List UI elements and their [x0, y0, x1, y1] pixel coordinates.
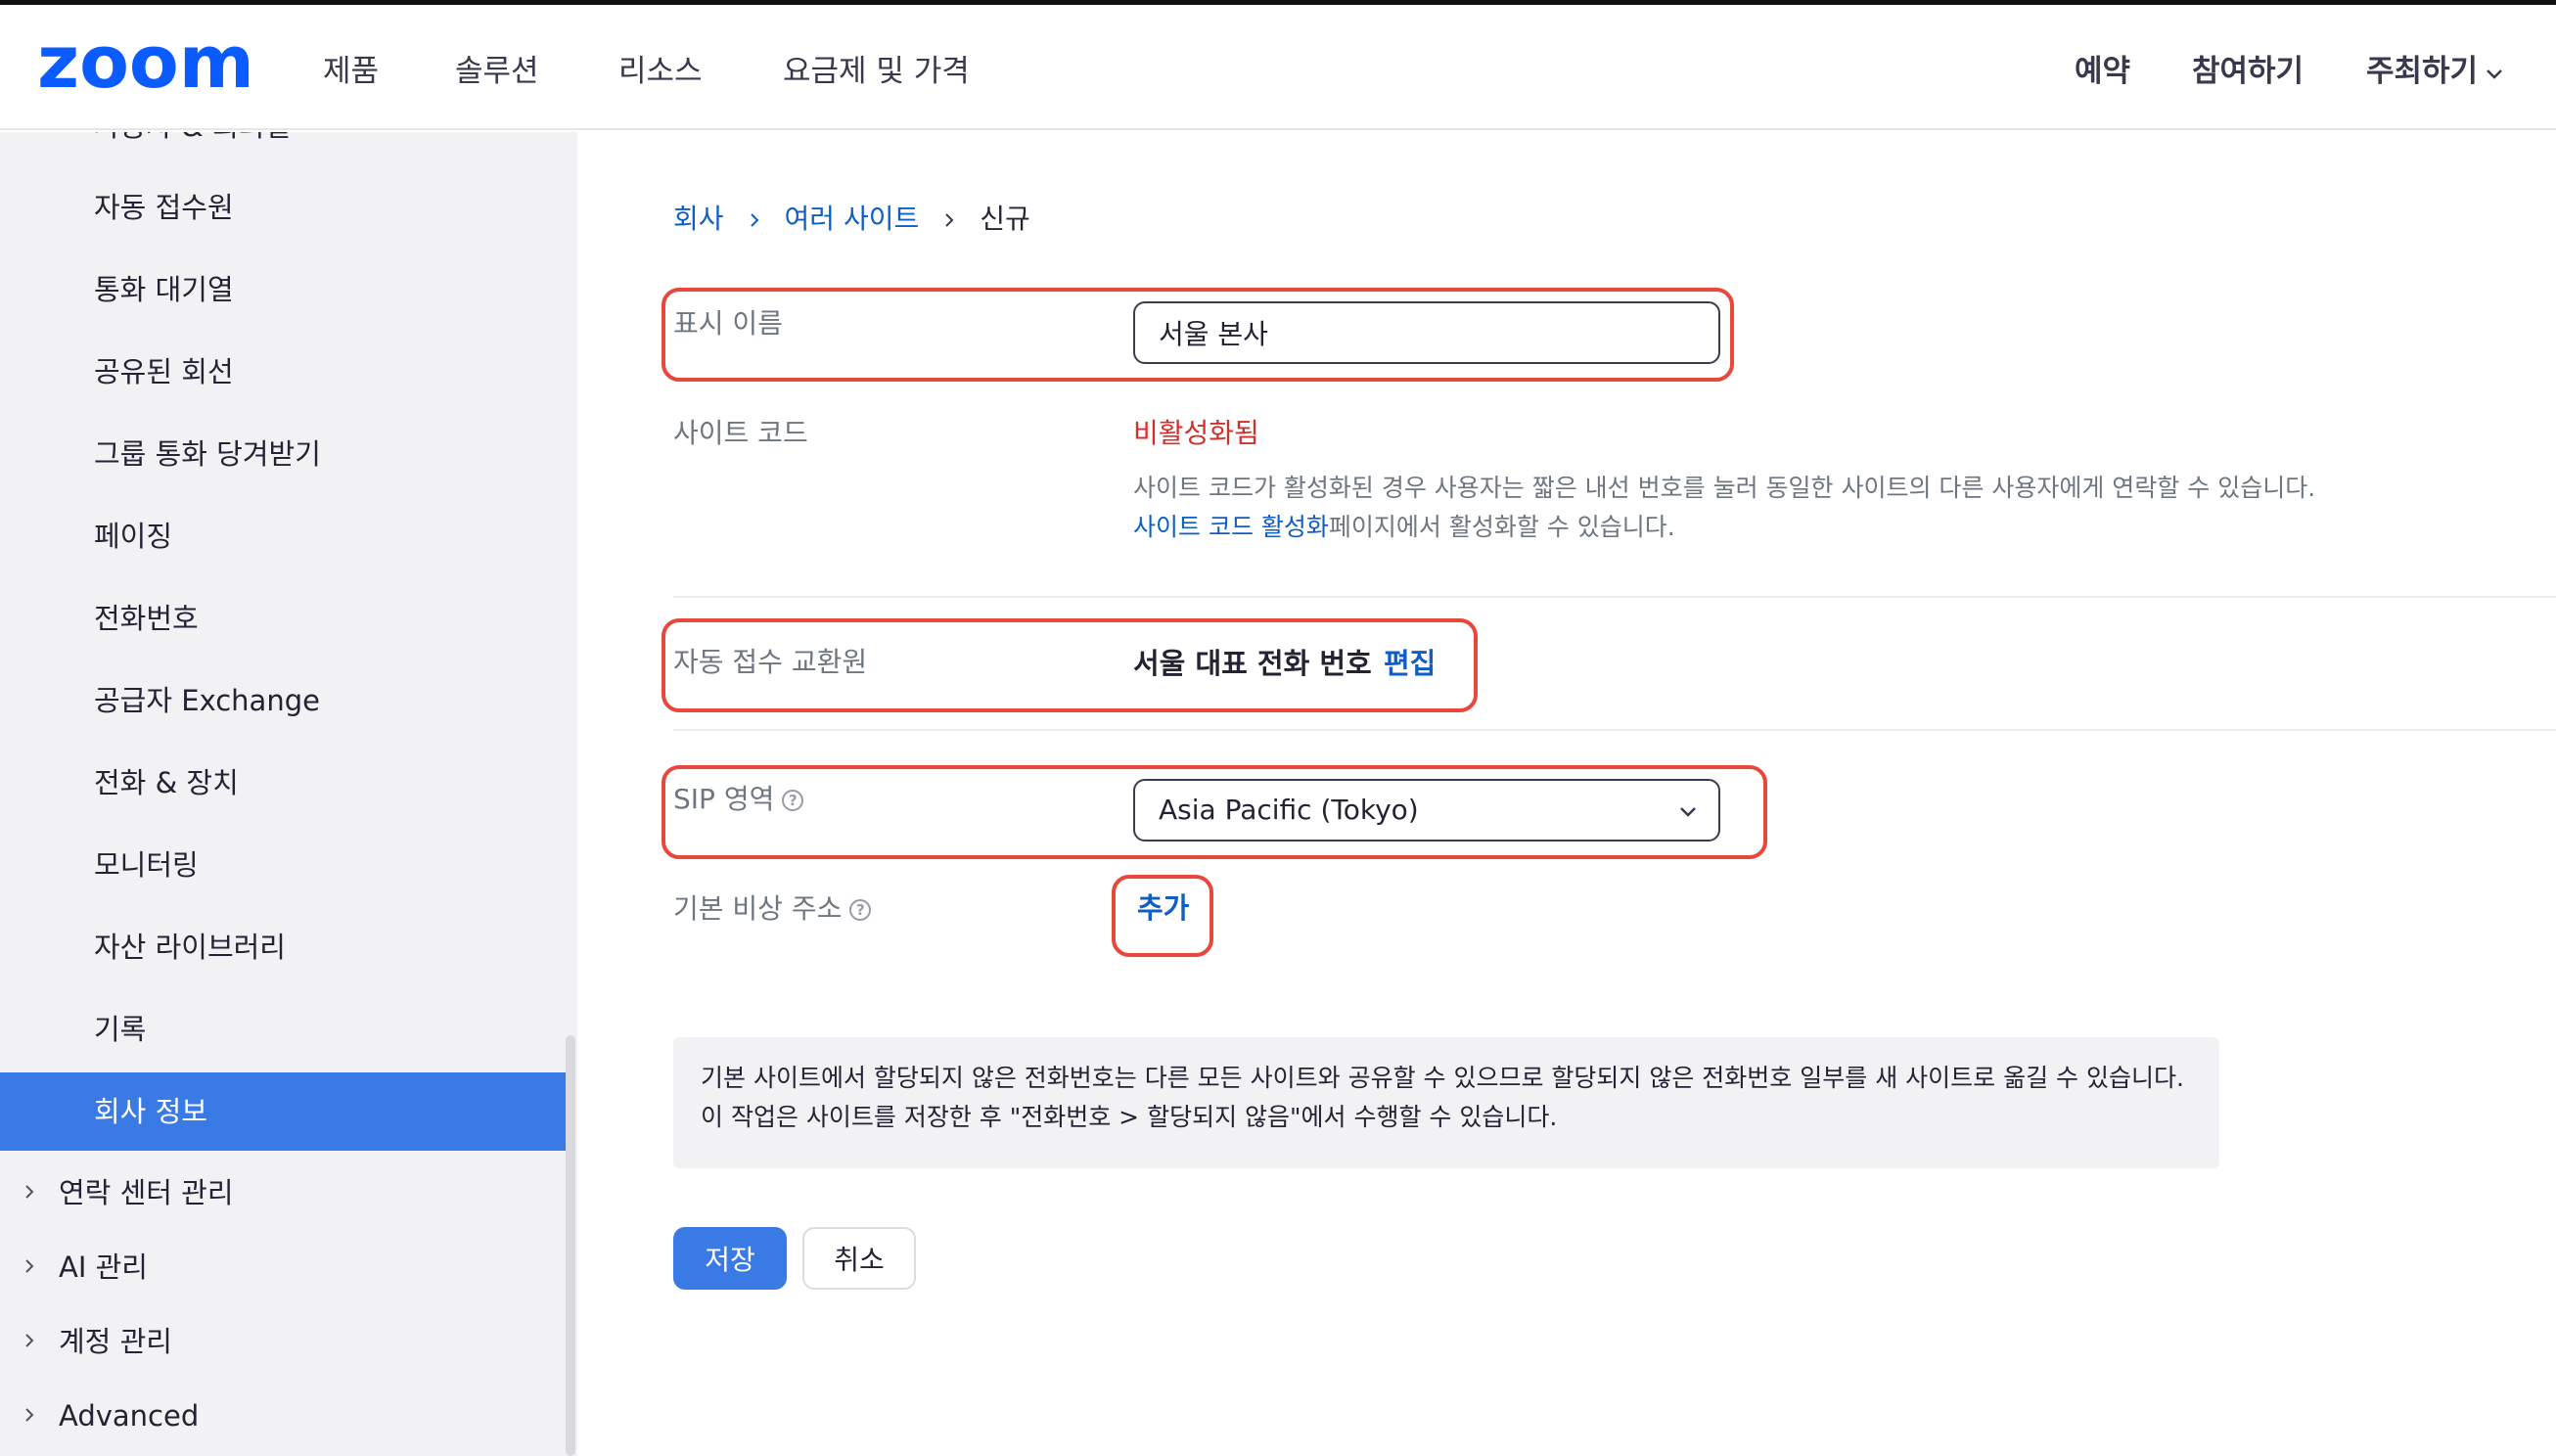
- sidebar-item-group-call-pickup[interactable]: 그룹 통화 당겨받기: [0, 415, 568, 493]
- top-navigation: zoom 제품 솔루션 리소스 요금제 및 가격 예약 참여하기 주최하기: [0, 5, 2556, 130]
- sidebar-group-ai[interactable]: AI 관리: [0, 1233, 568, 1301]
- chevron-right-icon: [750, 213, 758, 227]
- site-code-help-text-end: 페이지에서 활성화할 수 있습니다.: [1328, 513, 1675, 541]
- sidebar-group-label: 연락 센터 관리: [59, 1176, 234, 1209]
- sidebar-item-auto-receptionist[interactable]: 자동 접수원: [0, 168, 568, 247]
- nav-join[interactable]: 참여하기: [2192, 44, 2304, 99]
- section-divider: [673, 729, 2556, 731]
- breadcrumb-multiple-sites[interactable]: 여러 사이트: [785, 203, 920, 235]
- nav-host-label: 주최하기: [2366, 54, 2479, 89]
- zoom-logo[interactable]: zoom: [37, 34, 254, 99]
- sip-zone-label-row: SIP 영역?: [673, 778, 804, 821]
- site-code-enable-link[interactable]: 사이트 코드 활성화: [1133, 513, 1329, 541]
- nav-solutions[interactable]: 솔루션: [455, 44, 539, 99]
- sidebar-item-provider-exchange[interactable]: 공급자 Exchange: [0, 661, 568, 740]
- nav-pricing[interactable]: 요금제 및 가격: [783, 44, 970, 99]
- sidebar-item-users-rooms[interactable]: 사용자 & 회의실: [94, 132, 291, 146]
- breadcrumb-company[interactable]: 회사: [673, 203, 724, 235]
- save-button[interactable]: 저장: [673, 1227, 787, 1290]
- sidebar-scrollbar[interactable]: [566, 1035, 575, 1456]
- auto-receptionist-edit-link[interactable]: 편집: [1384, 641, 1436, 686]
- emergency-address-label-row: 기본 비상 주소?: [673, 887, 872, 931]
- auto-receptionist-value: 서울 대표 전화 번호: [1133, 647, 1372, 680]
- sidebar-item-phone-numbers[interactable]: 전화번호: [0, 579, 568, 658]
- site-code-help-text: 사이트 코드가 활성화된 경우 사용자는 짧은 내선 번호를 눌러 동일한 사이…: [1133, 474, 2316, 502]
- help-icon[interactable]: ?: [782, 790, 804, 811]
- sidebar-group-account[interactable]: 계정 관리: [0, 1307, 568, 1376]
- sidebar-item-asset-library[interactable]: 자산 라이브러리: [0, 908, 568, 986]
- emergency-address-label: 기본 비상 주소: [673, 892, 843, 925]
- sidebar-group-label: Advanced: [59, 1399, 200, 1433]
- sidebar-group-advanced[interactable]: Advanced: [0, 1382, 568, 1450]
- section-divider: [673, 596, 2556, 598]
- sidebar-item-logs[interactable]: 기록: [0, 990, 568, 1069]
- emergency-address-add-link[interactable]: 추가: [1137, 886, 1189, 931]
- site-code-label: 사이트 코드: [673, 417, 808, 449]
- nav-host-menu[interactable]: 주최하기: [2366, 44, 2505, 99]
- sip-zone-selected-value: Asia Pacific (Tokyo): [1159, 794, 1419, 826]
- nav-schedule[interactable]: 예약: [2075, 44, 2130, 99]
- chevron-down-icon: [2487, 68, 2502, 79]
- sidebar-item-monitoring[interactable]: 모니터링: [0, 826, 568, 904]
- sidebar-item-shared-lines[interactable]: 공유된 회선: [0, 333, 568, 411]
- nav-products[interactable]: 제품: [323, 44, 379, 99]
- chevron-right-icon: [25, 1408, 34, 1422]
- sidebar-item-phones-devices[interactable]: 전화 & 장치: [0, 744, 568, 822]
- logo-text: zoom: [37, 34, 254, 99]
- site-code-status: 비활성화됨: [1133, 417, 1259, 449]
- display-name-input[interactable]: [1133, 301, 1720, 364]
- sidebar-group-contact-center[interactable]: 연락 센터 관리: [0, 1159, 568, 1227]
- chevron-down-icon: [1680, 807, 1696, 817]
- chevron-right-icon: [25, 1259, 34, 1273]
- chevron-right-icon: [25, 1334, 34, 1347]
- nav-resources[interactable]: 리소스: [618, 44, 703, 99]
- sidebar-item-call-queues[interactable]: 통화 대기열: [0, 250, 568, 329]
- sidebar-item-company-info[interactable]: 회사 정보: [0, 1072, 568, 1151]
- breadcrumb-current: 신규: [980, 203, 1030, 235]
- main-content: 회사 여러 사이트 신규 표시 이름 사이트 코드 비활성화됨 사이트 코드가 활성…: [577, 132, 2556, 1456]
- sidebar: 사용자 & 회의실 자동 접수원 통화 대기열 공유된 회선 그룹 통화 당겨받…: [0, 132, 577, 1456]
- cancel-button[interactable]: 취소: [802, 1227, 916, 1290]
- help-icon[interactable]: ?: [849, 899, 872, 921]
- chevron-right-icon: [25, 1185, 34, 1199]
- sip-zone-label: SIP 영역: [673, 783, 775, 815]
- display-name-label: 표시 이름: [673, 307, 783, 340]
- sidebar-item-paging[interactable]: 페이징: [0, 497, 568, 575]
- auto-receptionist-label: 자동 접수 교환원: [673, 646, 868, 678]
- chevron-right-icon: [945, 213, 954, 227]
- sidebar-group-label: 계정 관리: [59, 1325, 172, 1358]
- sip-zone-select[interactable]: Asia Pacific (Tokyo): [1133, 779, 1720, 842]
- site-code-help: 사이트 코드가 활성화된 경우 사용자는 짧은 내선 번호를 눌러 동일한 사이…: [1133, 469, 2317, 547]
- breadcrumb: 회사 여러 사이트 신규: [673, 197, 1030, 242]
- info-notice: 기본 사이트에서 할당되지 않은 전화번호는 다른 모든 사이트와 공유할 수 …: [673, 1037, 2219, 1168]
- sidebar-group-label: AI 관리: [59, 1251, 148, 1284]
